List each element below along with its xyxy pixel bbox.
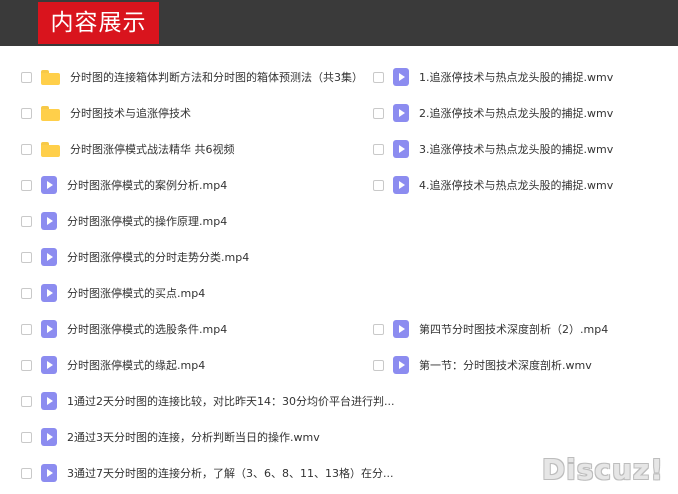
item-name[interactable]: 分时图涨停模式的选股条件.mp4 <box>67 321 227 337</box>
select-checkbox[interactable] <box>373 71 384 83</box>
select-checkbox[interactable] <box>21 71 32 83</box>
file-item[interactable]: 3通过7天分时图的连接分析，了解（3、6、8、11、13格）在分... <box>21 462 393 484</box>
select-checkbox[interactable] <box>21 467 32 479</box>
file-item[interactable]: 4.追涨停技术与热点龙头股的捕捉.wmv <box>373 174 613 196</box>
file-item[interactable]: 分时图涨停模式的操作原理.mp4 <box>21 210 227 232</box>
select-checkbox[interactable] <box>373 107 384 119</box>
video-file-icon <box>41 320 57 338</box>
item-name[interactable]: 分时图涨停模式的缘起.mp4 <box>67 357 205 373</box>
file-item[interactable]: 2通过3天分时图的连接，分析判断当日的操作.wmv <box>21 426 320 448</box>
video-file-icon <box>41 464 57 482</box>
select-checkbox[interactable] <box>21 395 32 407</box>
video-file-icon <box>393 68 409 86</box>
video-file-icon <box>41 176 57 194</box>
video-file-icon <box>41 428 57 446</box>
file-item[interactable]: 第一节：分时图技术深度剖析.wmv <box>373 354 592 376</box>
folder-icon <box>41 105 60 121</box>
video-file-icon <box>393 104 409 122</box>
folder-icon <box>41 141 60 157</box>
video-file-icon <box>393 320 409 338</box>
video-file-icon <box>41 356 57 374</box>
folder-item[interactable]: 分时图的连接箱体判断方法和分时图的箱体预测法（共3集） <box>21 66 363 88</box>
video-file-icon <box>393 140 409 158</box>
file-item[interactable]: 1.追涨停技术与热点龙头股的捕捉.wmv <box>373 66 613 88</box>
item-name[interactable]: 分时图涨停模式的分时走势分类.mp4 <box>67 249 249 265</box>
file-item[interactable]: 分时图涨停模式的缘起.mp4 <box>21 354 205 376</box>
video-file-icon <box>393 356 409 374</box>
select-checkbox[interactable] <box>373 359 384 371</box>
item-name[interactable]: 分时图的连接箱体判断方法和分时图的箱体预测法（共3集） <box>70 69 363 85</box>
select-checkbox[interactable] <box>21 431 32 443</box>
item-name[interactable]: 3.追涨停技术与热点龙头股的捕捉.wmv <box>419 141 613 157</box>
select-checkbox[interactable] <box>21 143 32 155</box>
video-file-icon <box>41 392 57 410</box>
select-checkbox[interactable] <box>21 215 32 227</box>
select-checkbox[interactable] <box>21 179 32 191</box>
file-item[interactable]: 3.追涨停技术与热点龙头股的捕捉.wmv <box>373 138 613 160</box>
discuz-watermark: Discuz! <box>541 453 664 486</box>
file-item[interactable]: 分时图涨停模式的分时走势分类.mp4 <box>21 246 249 268</box>
item-name[interactable]: 分时图涨停模式的案例分析.mp4 <box>67 177 227 193</box>
video-file-icon <box>41 212 57 230</box>
select-checkbox[interactable] <box>21 251 32 263</box>
select-checkbox[interactable] <box>21 287 32 299</box>
header-bar: 内容展示 <box>0 0 678 46</box>
select-checkbox[interactable] <box>21 107 32 119</box>
select-checkbox[interactable] <box>21 359 32 371</box>
folder-icon <box>41 69 60 85</box>
item-name[interactable]: 1通过2天分时图的连接比较，对比昨天14：30分均价平台进行判... <box>67 393 394 409</box>
item-name[interactable]: 2通过3天分时图的连接，分析判断当日的操作.wmv <box>67 429 320 445</box>
video-file-icon <box>41 284 57 302</box>
video-file-icon <box>41 248 57 266</box>
item-name[interactable]: 第一节：分时图技术深度剖析.wmv <box>419 357 592 373</box>
file-item[interactable]: 1通过2天分时图的连接比较，对比昨天14：30分均价平台进行判... <box>21 390 394 412</box>
item-name[interactable]: 分时图涨停模式的买点.mp4 <box>67 285 205 301</box>
file-item[interactable]: 2.追涨停技术与热点龙头股的捕捉.wmv <box>373 102 613 124</box>
item-name[interactable]: 第四节分时图技术深度剖析（2）.mp4 <box>419 321 608 337</box>
file-item[interactable]: 分时图涨停模式的案例分析.mp4 <box>21 174 227 196</box>
select-checkbox[interactable] <box>373 143 384 155</box>
item-name[interactable]: 2.追涨停技术与热点龙头股的捕捉.wmv <box>419 105 613 121</box>
select-checkbox[interactable] <box>373 179 384 191</box>
page-title: 内容展示 <box>38 2 159 44</box>
file-item[interactable]: 分时图涨停模式的选股条件.mp4 <box>21 318 227 340</box>
item-name[interactable]: 4.追涨停技术与热点龙头股的捕捉.wmv <box>419 177 613 193</box>
video-file-icon <box>393 176 409 194</box>
item-name[interactable]: 1.追涨停技术与热点龙头股的捕捉.wmv <box>419 69 613 85</box>
item-name[interactable]: 分时图技术与追涨停技术 <box>70 105 191 121</box>
item-name[interactable]: 分时图涨停模式战法精华 共6视频 <box>70 141 235 157</box>
file-item[interactable]: 第四节分时图技术深度剖析（2）.mp4 <box>373 318 608 340</box>
folder-item[interactable]: 分时图技术与追涨停技术 <box>21 102 191 124</box>
select-checkbox[interactable] <box>373 323 384 335</box>
item-name[interactable]: 3通过7天分时图的连接分析，了解（3、6、8、11、13格）在分... <box>67 465 393 481</box>
select-checkbox[interactable] <box>21 323 32 335</box>
folder-item[interactable]: 分时图涨停模式战法精华 共6视频 <box>21 138 235 160</box>
file-item[interactable]: 分时图涨停模式的买点.mp4 <box>21 282 205 304</box>
item-name[interactable]: 分时图涨停模式的操作原理.mp4 <box>67 213 227 229</box>
